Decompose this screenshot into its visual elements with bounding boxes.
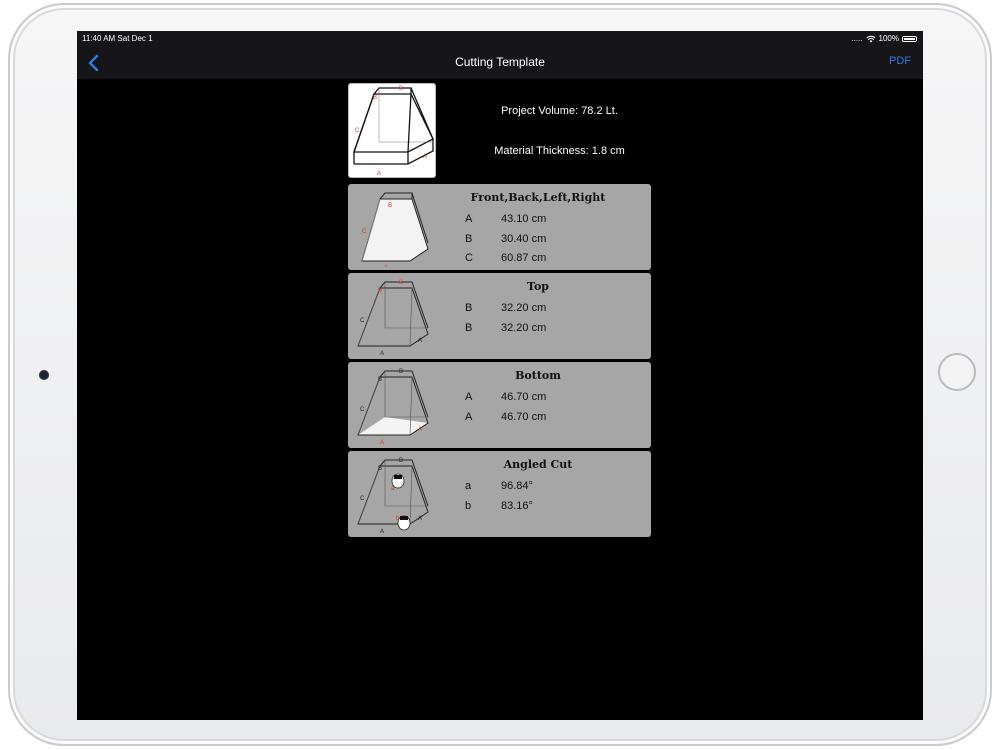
card-angled-cut[interactable]: a b B B C A A Angled Cut a 96.84° b 83.16° (348, 451, 651, 537)
row-label: A (465, 391, 473, 403)
status-bar: 11:40 AM Sat Dec 1 ..... 100% (77, 31, 923, 46)
row-value: 96.84° (501, 480, 533, 492)
card-title: Angled Cut (503, 458, 573, 471)
diagram-label-b2: B (399, 86, 403, 92)
measurement-row: B 32.20 cm (465, 302, 546, 314)
navigation-bar: Cutting Template PDF (77, 46, 923, 79)
measurement-row: A 46.70 cm (465, 391, 546, 403)
svg-text:A: A (380, 529, 384, 534)
status-time: 11:40 AM Sat Dec 1 (82, 34, 153, 43)
measurement-row: B 30.40 cm (465, 233, 546, 245)
row-value: 43.10 cm (501, 213, 547, 225)
diagram-label-c: C (355, 128, 360, 134)
diagram-label-a2: A (377, 171, 381, 177)
svg-text:B: B (399, 280, 403, 286)
row-label: B (465, 233, 473, 245)
material-thickness: Material Thickness: 1.8 cm (494, 145, 625, 157)
svg-text:A: A (380, 351, 384, 356)
row-label: B (465, 302, 473, 314)
row-value: 60.87 cm (501, 252, 547, 264)
row-label: B (465, 322, 473, 334)
row-label: b (465, 500, 472, 512)
page-title: Cutting Template (455, 55, 545, 69)
battery-percent: 100% (878, 34, 899, 43)
svg-text:B: B (378, 377, 382, 383)
svg-text:A: A (380, 440, 384, 445)
project-volume: Project Volume: 78.2 Lt. (501, 105, 618, 117)
svg-text:C: C (360, 318, 365, 324)
diagram-label-a1: A (423, 154, 427, 160)
measurement-row: a 96.84° (465, 480, 533, 492)
svg-text:B: B (399, 458, 403, 464)
svg-text:B: B (378, 466, 382, 472)
row-value: 46.70 cm (501, 411, 547, 423)
signal-dots: ..... (851, 34, 863, 43)
battery-icon (902, 35, 917, 42)
row-label: A (465, 411, 473, 423)
row-value: 83.16° (501, 500, 533, 512)
measurement-row: A 46.70 cm (465, 411, 546, 423)
row-label: a (465, 480, 472, 492)
frustum-box-icon: B B C A A (357, 369, 429, 445)
measurement-row: B 32.20 cm (465, 322, 546, 334)
svg-text:C: C (360, 496, 365, 502)
frustum-box-icon: a b B B C A A (357, 458, 429, 534)
card-title: Bottom (515, 369, 561, 382)
card-top[interactable]: B B C A A Top B 32.20 cm B 32.20 cm (348, 273, 651, 359)
measurement-row: C 60.87 cm (465, 252, 546, 264)
card-title: Top (527, 280, 549, 293)
pdf-button[interactable]: PDF (889, 55, 911, 67)
svg-text:B: B (399, 369, 403, 375)
frustum-box-icon: B C A (361, 192, 429, 267)
row-value: 32.20 cm (501, 322, 547, 334)
row-value: 30.40 cm (501, 233, 547, 245)
svg-text:B: B (388, 203, 392, 209)
card-title: Front,Back,Left,Right (470, 191, 606, 204)
row-value: 46.70 cm (501, 391, 547, 403)
measurement-row: A 43.10 cm (465, 213, 546, 225)
card-front-back-left-right[interactable]: B C A Front,Back,Left,Right A 43.10 cm B 3… (348, 184, 651, 270)
svg-text:A: A (418, 427, 422, 433)
frustum-box-icon: B B C A A (357, 280, 429, 356)
svg-text:B: B (378, 288, 382, 294)
svg-text:A: A (418, 516, 422, 522)
screen: 11:40 AM Sat Dec 1 ..... 100% Cutting Te… (77, 31, 923, 720)
row-label: A (465, 213, 473, 225)
svg-text:A: A (418, 338, 422, 344)
home-button[interactable] (938, 353, 976, 391)
svg-text:C: C (360, 407, 365, 413)
row-label: C (465, 252, 473, 264)
summary-diagram: B B C A A (348, 83, 436, 178)
svg-text:C: C (362, 229, 367, 235)
card-bottom[interactable]: B B C A A Bottom A 46.70 cm A 46.70 cm (348, 362, 651, 448)
svg-text:A: A (384, 265, 388, 267)
measurement-row: b 83.16° (465, 500, 533, 512)
wifi-icon (865, 35, 876, 42)
frustum-box-icon: B B C A A (353, 86, 434, 177)
row-value: 32.20 cm (501, 302, 547, 314)
diagram-label-b1: B (373, 95, 377, 101)
status-indicators: ..... 100% (851, 34, 917, 43)
camera-icon (39, 370, 49, 380)
